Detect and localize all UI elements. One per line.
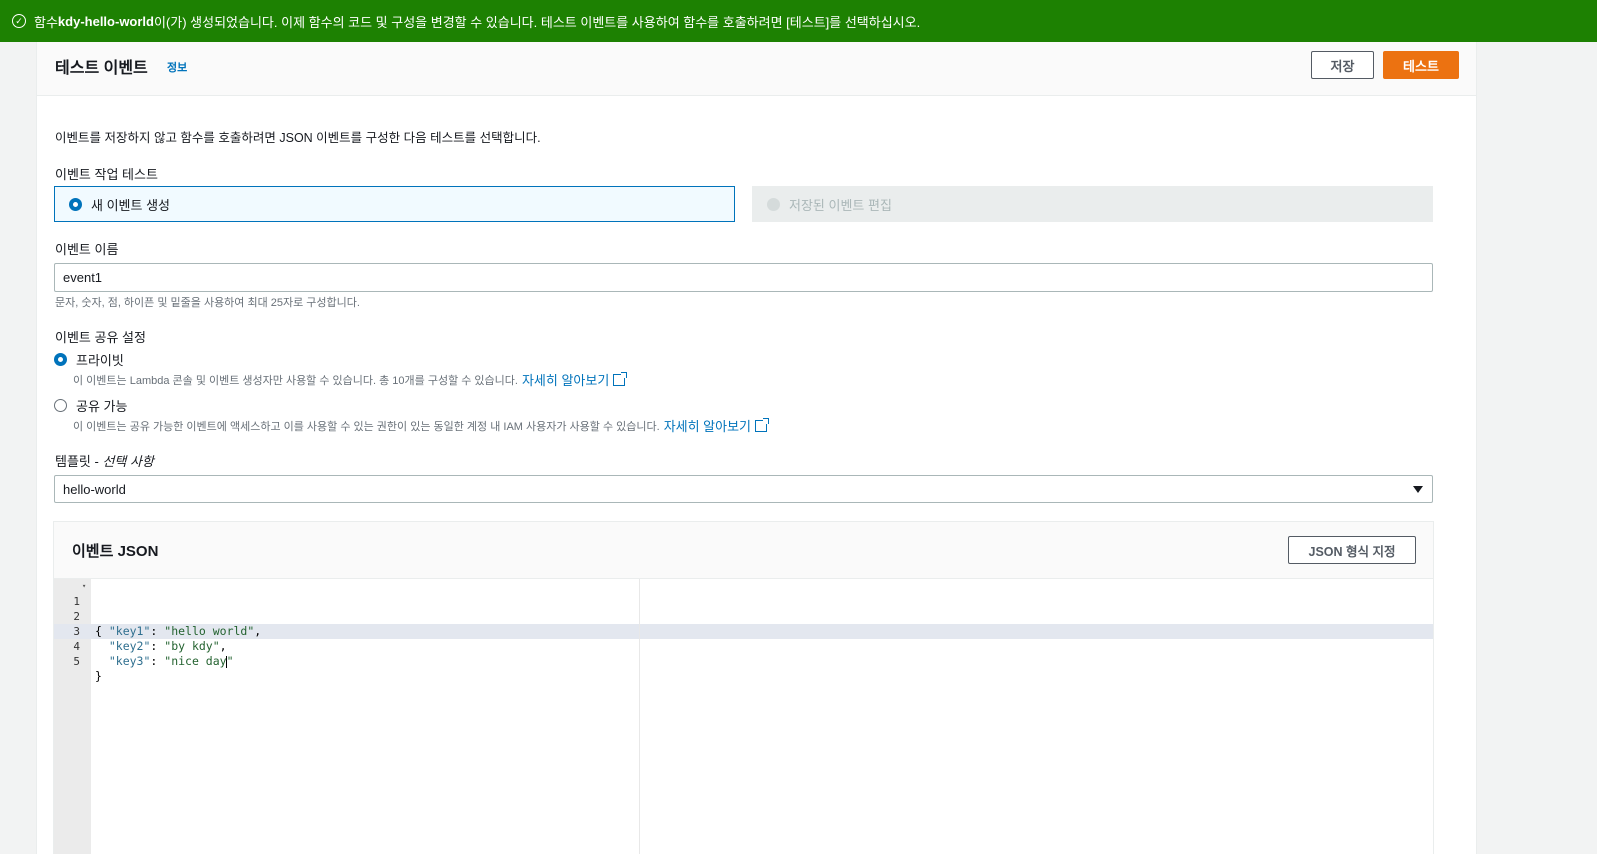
event-name-value: event1 bbox=[63, 270, 103, 285]
flash-prefix: 함수 bbox=[34, 14, 58, 30]
info-link[interactable]: 정보 bbox=[167, 59, 187, 75]
event-name-input[interactable]: event1 bbox=[54, 263, 1433, 292]
flash-function-name: kdy-hello-world bbox=[57, 13, 154, 29]
fold-arrow-icon[interactable]: ▾ bbox=[82, 579, 86, 594]
code-line[interactable]: 2 "key1": "hello world", bbox=[54, 594, 1433, 638]
shareable-radio-option[interactable]: 공유 가능 bbox=[54, 396, 127, 415]
create-new-event-tile[interactable]: 새 이벤트 생성 bbox=[54, 186, 735, 222]
page-title: 테스트 이벤트 bbox=[55, 60, 148, 77]
save-button[interactable]: 저장 bbox=[1311, 51, 1374, 79]
create-new-event-label: 새 이벤트 생성 bbox=[91, 197, 170, 213]
event-name-hint: 문자, 숫자, 점, 하이픈 및 밑줄을 사용하여 최대 25자로 구성합니다. bbox=[55, 297, 360, 309]
private-desc-text: 이 이벤트는 Lambda 콘솔 및 이벤트 생성자만 사용할 수 있습니다. … bbox=[73, 374, 518, 387]
json-key: "key3" bbox=[108, 654, 151, 668]
json-value-end: " bbox=[226, 654, 234, 668]
shareable-description: 이 이벤트는 공유 가능한 이벤트에 액세스하고 이를 사용할 수 있는 권한이… bbox=[73, 416, 770, 435]
shareable-desc-text: 이 이벤트는 공유 가능한 이벤트에 액세스하고 이를 사용할 수 있는 권한이… bbox=[73, 420, 660, 433]
private-learn-more-link[interactable]: 자세히 알아보기 bbox=[522, 370, 609, 389]
caret-down-icon bbox=[1413, 486, 1423, 493]
external-link-icon[interactable] bbox=[613, 371, 628, 386]
code-line[interactable]: 3 "key2": "by kdy", bbox=[54, 609, 1433, 653]
code-text: "key3": "nice day" bbox=[108, 654, 234, 668]
panel-description: 이벤트를 저장하지 않고 함수를 호출하려면 JSON 이벤트를 구성한 다음 … bbox=[55, 131, 541, 145]
template-select[interactable]: hello-world bbox=[54, 475, 1433, 503]
radio-disabled-icon[interactable] bbox=[767, 197, 780, 211]
edit-saved-event-label: 저장된 이벤트 편집 bbox=[789, 197, 892, 213]
code-line[interactable]: 1 ▾ { bbox=[54, 579, 1433, 638]
code-line[interactable]: 4 "key3": "nice day" bbox=[54, 624, 1433, 668]
radio-selected-icon[interactable] bbox=[69, 197, 82, 211]
flash-message: 이(가) 생성되었습니다. 이제 함수의 코드 및 구성을 변경할 수 있습니다… bbox=[153, 14, 921, 30]
test-event-panel: 테스트 이벤트 정보 저장 테스트 이벤트를 저장하지 않고 함수를 호출하려면… bbox=[36, 42, 1477, 854]
template-optional-text: 선택 사항 bbox=[102, 454, 154, 469]
line-number: 5 bbox=[73, 655, 80, 668]
template-value: hello-world bbox=[63, 481, 126, 497]
json-value: "nice day bbox=[164, 654, 227, 668]
shareable-learn-more-link[interactable]: 자세히 알아보기 bbox=[664, 416, 751, 435]
edit-saved-event-tile[interactable]: 저장된 이벤트 편집 bbox=[752, 186, 1433, 222]
template-label-text: 템플릿 - bbox=[55, 454, 103, 469]
check-circle-icon: ✓ bbox=[12, 14, 26, 28]
radio-unselected-icon[interactable] bbox=[54, 399, 67, 412]
external-link-icon[interactable] bbox=[755, 417, 770, 432]
sharing-settings-label: 이벤트 공유 설정 bbox=[55, 330, 146, 345]
test-button[interactable]: 테스트 bbox=[1383, 51, 1459, 79]
private-radio-option[interactable]: 프라이빗 bbox=[54, 350, 124, 369]
event-json-container: 이벤트 JSON JSON 형식 지정 1 ▾ { 2 "key1": "hel… bbox=[53, 521, 1434, 854]
template-label: 템플릿 - 선택 사항 bbox=[55, 451, 154, 470]
test-event-action-label: 이벤트 작업 테스트 bbox=[55, 167, 158, 182]
radio-selected-icon[interactable] bbox=[54, 353, 67, 366]
private-description: 이 이벤트는 Lambda 콘솔 및 이벤트 생성자만 사용할 수 있습니다. … bbox=[73, 370, 628, 389]
code-line[interactable]: 5 } bbox=[54, 639, 1433, 683]
event-name-label: 이벤트 이름 bbox=[55, 242, 119, 257]
shareable-label: 공유 가능 bbox=[76, 399, 128, 414]
format-json-button[interactable]: JSON 형식 지정 bbox=[1288, 536, 1416, 564]
success-flashbar: ✓ 함수 kdy-hello-world 이(가) 생성되었습니다. 이제 함수… bbox=[0, 0, 1597, 42]
event-json-title: 이벤트 JSON bbox=[72, 543, 159, 560]
private-label: 프라이빗 bbox=[76, 353, 124, 368]
event-json-header: 이벤트 JSON JSON 형식 지정 bbox=[54, 522, 1433, 579]
panel-header: 테스트 이벤트 정보 저장 테스트 bbox=[37, 42, 1476, 96]
code-text: } bbox=[95, 669, 102, 683]
code-editor[interactable]: 1 ▾ { 2 "key1": "hello world", 3 "key2":… bbox=[54, 579, 1433, 854]
